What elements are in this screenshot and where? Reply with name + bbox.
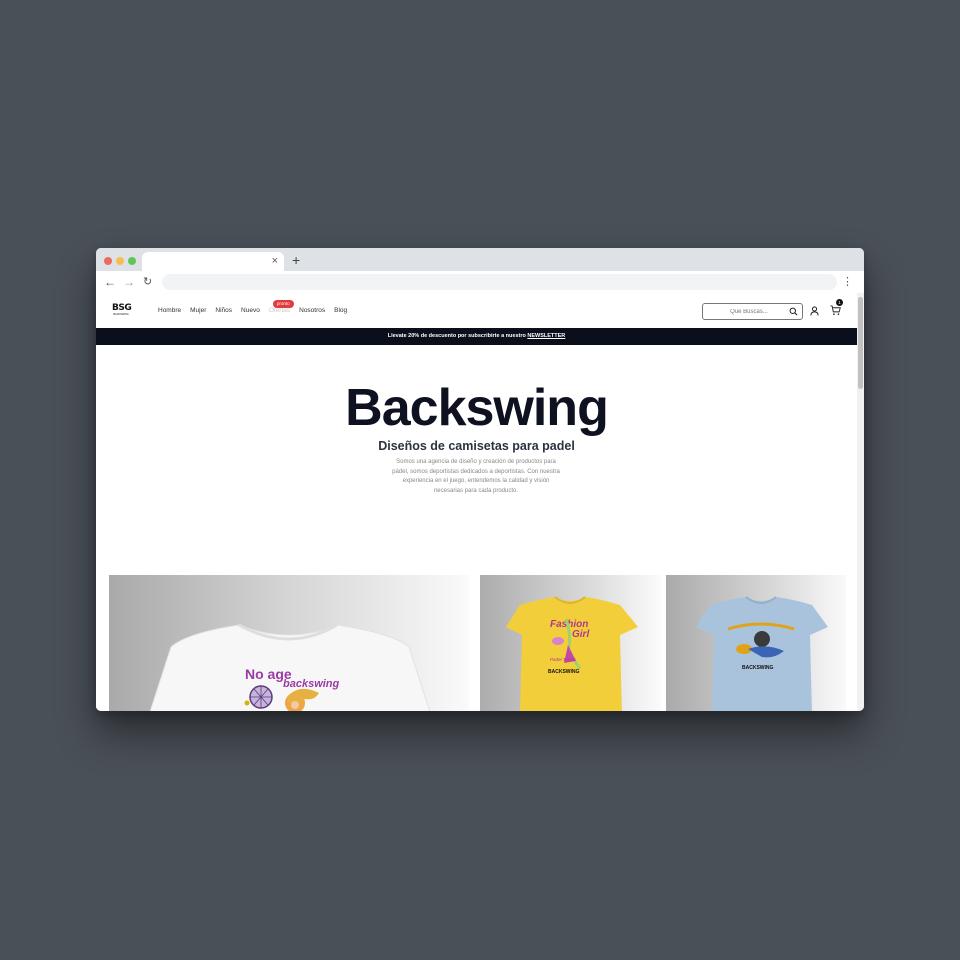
browser-tab[interactable]: × [142,252,284,271]
logo-mark: BSG [112,303,132,313]
cart-count-badge: 1 [836,299,843,306]
newsletter-link[interactable]: NEWSLETTER [527,333,565,339]
print-text-2: Girl [572,629,589,640]
nav-item-nuevo[interactable]: Nuevo [241,305,260,317]
search-box [702,303,803,320]
print-text-3: Padel Tennis [550,657,577,662]
promo-banner: Llevate 20% de descuento por subscribirt… [96,328,857,345]
product-card[interactable]: Fashion Girl Padel Tennis BACKSWING [480,575,661,711]
hero-description: Somos una agencia de diseño y creación d… [392,459,560,494]
cart-icon[interactable] [830,305,841,316]
hero-title: Backswing [345,379,609,437]
nav-item-nosotros[interactable]: Nosotros [299,305,325,317]
new-tab-button[interactable]: + [292,252,300,268]
site-logo[interactable]: BSG BACKSWING [112,303,132,317]
print-brand: BACKSWING [548,669,579,675]
site-header: BSG BACKSWING Hombre Mujer Niños Nuevo O… [96,293,857,328]
browser-window: × + ← → ↻ ⋮ BSG BACKSWING Hombre Mujer N… [96,248,864,711]
nav-item-mujer[interactable]: Mujer [190,305,206,317]
close-window-button[interactable] [104,257,112,265]
forward-arrow-icon[interactable]: → [123,274,135,290]
nav-item-hombre[interactable]: Hombre [158,305,181,317]
user-icon[interactable] [810,306,819,316]
print-brand: BACKSWING [742,665,773,671]
nav-item-ofertas-label: Ofertas [268,307,291,314]
address-bar[interactable] [162,274,837,290]
browser-tab-bar: × + [96,248,864,271]
maximize-window-button[interactable] [128,257,136,265]
product-image: Fashion Girl Padel Tennis BACKSWING [506,596,638,711]
product-image: No age backswing [149,623,431,711]
back-arrow-icon[interactable]: ← [104,274,116,290]
browser-toolbar: ← → ↻ ⋮ [96,271,864,293]
hero-subtitle: Diseños de camisetas para padel [378,439,575,453]
nav-item-blog[interactable]: Blog [334,305,347,317]
minimize-window-button[interactable] [116,257,124,265]
product-card[interactable]: BACKSWING [666,575,846,711]
search-input[interactable] [711,306,787,317]
nav-item-ninos[interactable]: Niños [215,305,232,317]
page-viewport: BSG BACKSWING Hombre Mujer Niños Nuevo O… [96,293,857,711]
close-tab-icon[interactable]: × [272,254,278,268]
coming-soon-badge: pronto [272,300,294,308]
reload-icon[interactable]: ↻ [143,274,152,290]
browser-menu-icon[interactable]: ⋮ [842,274,853,290]
product-image: BACKSWING [696,596,828,711]
scroll-thumb[interactable] [858,297,863,389]
nav-item-ofertas[interactable]: Ofertas pronto [268,300,294,317]
logo-wordmark: BACKSWING [113,313,129,316]
main-nav: Hombre Mujer Niños Nuevo Ofertas pronto … [158,300,347,317]
print-text-2: backswing [283,678,340,690]
search-icon[interactable] [789,307,798,316]
promo-text: Llevate 20% de descuento por subscribirt… [387,333,528,339]
page-scrollbar[interactable] [857,293,864,711]
product-card[interactable]: No age backswing [109,575,469,711]
